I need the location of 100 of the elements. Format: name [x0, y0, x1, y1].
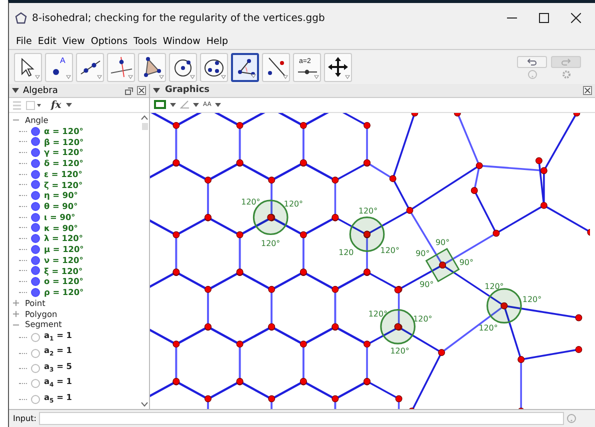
algebra-entry[interactable]: a$_{3}$ = 5: [44, 360, 72, 376]
algebra-entry[interactable]: α = 120°: [44, 126, 84, 136]
triangle-icon: [143, 56, 161, 76]
visibility-toggle[interactable]: [31, 288, 40, 297]
visibility-toggle[interactable]: [31, 266, 40, 276]
algebra-entry[interactable]: a$_{4}$ = 1: [44, 376, 72, 392]
scroll-down-icon: [141, 402, 148, 407]
algebra-entry[interactable]: β = 120°: [44, 136, 84, 148]
algebra-entry[interactable]: ο = 120°: [44, 276, 84, 287]
panel-title: Graphics: [165, 85, 211, 96]
algebra-entry[interactable]: δ = 120°: [44, 158, 84, 169]
visibility-toggle[interactable]: [31, 333, 40, 342]
visibility-toggle[interactable]: [31, 234, 40, 244]
visibility-toggle[interactable]: [31, 170, 40, 179]
algebra-entry[interactable]: ε = 120°: [44, 168, 82, 180]
visibility-toggle[interactable]: [31, 364, 40, 373]
dropdown-caret-icon: [193, 102, 199, 107]
angle-marker: [486, 288, 522, 324]
perpendicular-tool-button[interactable]: [107, 52, 135, 82]
conic-tool-button[interactable]: [200, 52, 228, 82]
move-view-tool-button[interactable]: [324, 52, 352, 82]
close-icon[interactable]: [137, 86, 146, 95]
expand-icon[interactable]: [12, 310, 20, 318]
dropdown-indicator-icon: [97, 74, 102, 78]
move-tool-button[interactable]: [14, 52, 42, 82]
visibility-toggle[interactable]: [31, 180, 40, 190]
line-icon: [80, 60, 100, 74]
algebra-entry[interactable]: a$_{1}$ = 1: [44, 330, 72, 346]
dropdown-indicator-icon: [190, 74, 195, 78]
algebra-entry[interactable]: ξ = 120°: [44, 266, 83, 276]
menu-item[interactable]: View: [59, 36, 88, 46]
visibility-toggle[interactable]: [31, 348, 40, 358]
visibility-toggle[interactable]: [31, 148, 40, 158]
angle-label: 120°: [284, 199, 304, 208]
visibility-toggle[interactable]: [31, 191, 40, 200]
dropdown-indicator-icon: [221, 74, 226, 78]
algebra-entry[interactable]: ι = 90°: [44, 212, 76, 222]
visibility-toggle[interactable]: [31, 137, 40, 146]
menu-item[interactable]: Help: [203, 36, 232, 46]
algebra-entry[interactable]: ζ = 120°: [44, 180, 83, 190]
angle-label: 120°: [478, 323, 498, 332]
collapse-triangle-icon: [12, 88, 19, 93]
algebra-entry[interactable]: a$_{5}$ = 1: [44, 392, 72, 407]
algebra-entry[interactable]: κ = 90°: [44, 222, 78, 234]
circle-icon: [174, 58, 191, 76]
reflect-tool-button[interactable]: [262, 52, 290, 82]
visibility-toggle[interactable]: [31, 223, 40, 232]
algebra-entry[interactable]: ρ = 120°: [44, 287, 84, 298]
close-icon[interactable]: [583, 86, 592, 95]
dropdown-caret-icon: [66, 103, 72, 107]
visibility-toggle[interactable]: [31, 277, 40, 286]
category-label: Polygon: [25, 308, 58, 320]
polygon-tool-button[interactable]: [138, 52, 166, 82]
dropdown-indicator-icon: [159, 74, 164, 78]
input-bar-toggle[interactable]: fx: [51, 100, 62, 110]
line-tool-button[interactable]: [76, 52, 104, 82]
menu-item[interactable]: Edit: [34, 36, 60, 46]
close-icon[interactable]: [571, 13, 581, 23]
redo-arrow-icon: [561, 58, 571, 66]
input-field[interactable]: [39, 412, 564, 425]
dropdown-indicator-icon: [66, 74, 71, 78]
angle-label: 120°: [390, 346, 410, 356]
visibility-toggle[interactable]: [31, 158, 40, 168]
visibility-toggle[interactable]: [31, 379, 40, 388]
angle-tool-button[interactable]: [231, 52, 259, 82]
point-tool-button[interactable]: A: [45, 52, 73, 82]
move-arrows-icon: [327, 56, 348, 76]
algebra-entry[interactable]: θ = 90°: [44, 201, 78, 212]
collapse-triangle-icon: [153, 88, 160, 93]
dropdown-indicator-icon: [314, 74, 319, 78]
undo-arrow-icon: [527, 58, 537, 66]
visibility-toggle[interactable]: [31, 244, 40, 254]
algebra-entry[interactable]: λ = 120°: [44, 233, 83, 244]
visibility-toggle[interactable]: [31, 394, 40, 404]
angle-label: 120°: [368, 310, 388, 319]
dropdown-indicator-icon: [283, 74, 288, 78]
undo-button[interactable]: [517, 56, 547, 68]
menu-item[interactable]: File: [13, 36, 35, 46]
menu-item[interactable]: Window: [160, 36, 204, 46]
dropdown-indicator-icon: [251, 74, 256, 78]
scroll-up-icon: [141, 115, 148, 120]
visibility-toggle[interactable]: [31, 212, 40, 222]
algebra-entry[interactable]: a$_{2}$ = 1: [44, 345, 72, 361]
algebra-entry[interactable]: η = 90°: [44, 190, 78, 201]
algebra-entry[interactable]: μ = 120°: [44, 244, 84, 255]
algebra-entry[interactable]: γ = 120°: [44, 147, 84, 158]
expand-icon[interactable]: [12, 299, 20, 308]
visibility-toggle[interactable]: [31, 126, 40, 136]
visibility-toggle[interactable]: [31, 256, 40, 265]
menu-item[interactable]: Tools: [130, 36, 160, 46]
panel-title: Algebra: [23, 86, 59, 96]
visibility-toggle[interactable]: [31, 202, 40, 211]
algebra-entry[interactable]: ν = 120°: [44, 254, 84, 266]
circle-tool-button[interactable]: [169, 52, 197, 82]
background-color-icon[interactable]: [154, 100, 166, 110]
angle-label: 120°: [380, 246, 400, 255]
scrollbar-thumb[interactable]: [142, 123, 148, 130]
undock-icon[interactable]: [125, 86, 133, 94]
maximize-icon[interactable]: [539, 13, 549, 23]
menu-item[interactable]: Options: [88, 36, 131, 46]
